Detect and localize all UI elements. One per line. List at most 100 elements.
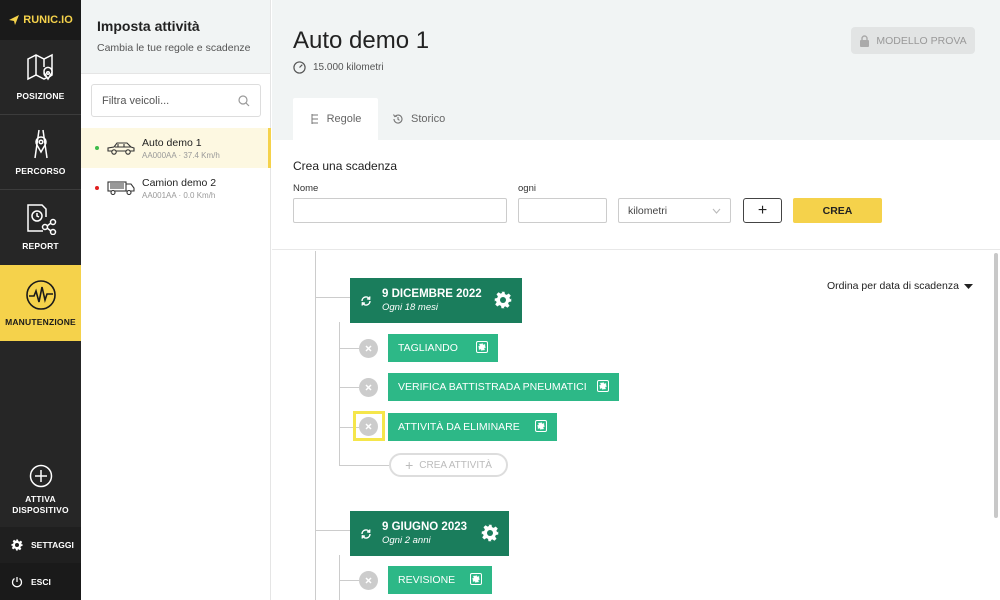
deadline-header[interactable]: 9 DICEMBRE 2022 Ogni 18 mesi bbox=[350, 278, 522, 323]
sort-label: Ordina per data di scadenza bbox=[827, 280, 959, 292]
task-item[interactable]: ATTIVITÀ DA ELIMINARE bbox=[388, 413, 557, 441]
panel-title: Imposta attività bbox=[97, 18, 200, 34]
task-item[interactable]: TAGLIANDO bbox=[388, 334, 498, 362]
nav-manutenzione-label: MANUTENZIONE bbox=[5, 317, 76, 327]
task-item[interactable]: REVISIONE bbox=[388, 566, 492, 594]
tree-branch bbox=[315, 297, 350, 298]
nav-attiva-label-2: DISPOSITIVO bbox=[12, 505, 69, 515]
add-circle-icon bbox=[29, 464, 52, 488]
tree-branch bbox=[339, 348, 359, 349]
ogni-input[interactable] bbox=[518, 198, 607, 223]
nav-report-label: REPORT bbox=[22, 241, 59, 251]
tree-sub-trunk bbox=[339, 322, 340, 465]
truck-icon bbox=[107, 181, 135, 195]
status-dot bbox=[95, 146, 99, 150]
nome-label: Nome bbox=[293, 183, 319, 194]
deadline-date: 9 GIUGNO 2023 bbox=[382, 521, 468, 533]
map-pin-icon bbox=[26, 53, 53, 81]
pulse-icon bbox=[25, 280, 56, 310]
search-input[interactable] bbox=[102, 94, 232, 107]
nav-posizione-label: POSIZIONE bbox=[16, 91, 65, 101]
page-title: Auto demo 1 bbox=[293, 27, 430, 54]
tree-trunk bbox=[315, 251, 316, 600]
sort-dropdown[interactable]: Ordina per data di scadenza bbox=[827, 280, 973, 292]
form-title: Crea una scadenza bbox=[293, 159, 398, 173]
recurring-icon bbox=[361, 528, 371, 539]
history-icon bbox=[393, 114, 403, 124]
unit-select[interactable]: kilometri bbox=[618, 198, 731, 223]
remove-task-button[interactable] bbox=[359, 378, 378, 397]
caret-down-icon bbox=[963, 283, 973, 289]
nome-input[interactable] bbox=[293, 198, 507, 223]
remove-task-button[interactable] bbox=[359, 417, 378, 436]
nav-settaggi[interactable]: SETTAGGI bbox=[0, 527, 81, 563]
ogni-label: ogni bbox=[518, 183, 536, 194]
gear-icon[interactable] bbox=[481, 524, 499, 542]
vehicle-meta: AA000AA · 37.4 Km/h bbox=[142, 150, 220, 160]
nav-manutenzione[interactable]: MANUTENZIONE bbox=[0, 265, 81, 341]
vehicle-item-camion-demo-2[interactable]: Camion demo 2 AA001AA · 0.0 Km/h bbox=[81, 168, 271, 208]
task-settings-icon[interactable] bbox=[535, 420, 547, 432]
vehicle-search[interactable] bbox=[91, 84, 261, 117]
task-item[interactable]: VERIFICA BATTISTRADA PNEUMATICI bbox=[388, 373, 619, 401]
odometer: 15.000 kilometri bbox=[293, 61, 384, 74]
chevron-down-icon bbox=[712, 208, 721, 214]
nav-settaggi-label: SETTAGGI bbox=[31, 540, 74, 550]
add-interval-button[interactable]: + bbox=[743, 198, 782, 223]
create-deadline-form: Crea una scadenza Nome ogni kilometri + … bbox=[272, 140, 1000, 250]
nav-posizione[interactable]: POSIZIONE bbox=[0, 40, 81, 114]
unit-select-value: kilometri bbox=[628, 204, 668, 217]
gear-icon[interactable] bbox=[494, 291, 512, 309]
tree-branch bbox=[315, 530, 350, 531]
crea-attivita-label: CREA ATTIVITÀ bbox=[419, 459, 492, 471]
power-icon bbox=[11, 576, 23, 587]
close-icon bbox=[365, 423, 372, 430]
lock-icon bbox=[860, 34, 870, 47]
task-settings-icon[interactable] bbox=[470, 573, 482, 585]
task-label: VERIFICA BATTISTRADA PNEUMATICI bbox=[398, 381, 587, 393]
task-settings-icon[interactable] bbox=[597, 380, 609, 392]
nav-percorso-label: PERCORSO bbox=[15, 166, 66, 176]
search-icon bbox=[238, 94, 250, 106]
deadline-tree: Ordina per data di scadenza 9 DICEMBRE 2… bbox=[272, 251, 1000, 600]
tab-regole-label: Regole bbox=[326, 113, 362, 125]
nav-percorso[interactable]: PERCORSO bbox=[0, 115, 81, 189]
deadline-text: 9 DICEMBRE 2022 Ogni 18 mesi bbox=[382, 288, 482, 313]
crea-attivita-button[interactable]: + CREA ATTIVITÀ bbox=[389, 453, 508, 477]
logo-text: RUNIC.IO bbox=[23, 14, 73, 26]
task-settings-icon[interactable] bbox=[476, 341, 488, 353]
deadline-frequency: Ogni 18 mesi bbox=[382, 302, 438, 313]
modello-prova-button[interactable]: MODELLO PROVA bbox=[851, 27, 975, 54]
scrollbar[interactable] bbox=[994, 253, 998, 518]
task-label: TAGLIANDO bbox=[398, 342, 458, 354]
nav-attiva-dispositivo[interactable]: ATTIVA DISPOSITIVO bbox=[0, 455, 81, 525]
gear-icon bbox=[11, 539, 23, 551]
vehicle-header: Auto demo 1 15.000 kilometri MODELLO PRO… bbox=[272, 0, 1000, 140]
nav-esci[interactable]: ESCI bbox=[0, 563, 81, 600]
vehicle-name: Camion demo 2 bbox=[142, 176, 217, 189]
main-content: Auto demo 1 15.000 kilometri MODELLO PRO… bbox=[272, 0, 1000, 600]
close-icon bbox=[365, 577, 372, 584]
deadline-frequency: Ogni 2 anni bbox=[382, 535, 431, 546]
task-label: REVISIONE bbox=[398, 574, 456, 586]
logo[interactable]: RUNIC.IO bbox=[0, 0, 81, 40]
deadline-date: 9 DICEMBRE 2022 bbox=[382, 288, 482, 300]
tree-branch bbox=[339, 465, 389, 466]
vehicle-item-auto-demo-1[interactable]: Auto demo 1 AA000AA · 37.4 Km/h bbox=[81, 128, 271, 168]
deadline-header[interactable]: 9 GIUGNO 2023 Ogni 2 anni bbox=[350, 511, 509, 556]
main-nav: RUNIC.IO POSIZIONE PERCORSO REPORT MANUT… bbox=[0, 0, 81, 600]
vehicle-info: Camion demo 2 AA001AA · 0.0 Km/h bbox=[142, 177, 216, 200]
speedometer-icon bbox=[293, 61, 306, 74]
task-label: ATTIVITÀ DA ELIMINARE bbox=[398, 421, 520, 433]
remove-task-button[interactable] bbox=[359, 571, 378, 590]
odometer-value: 15.000 kilometri bbox=[313, 62, 384, 73]
nav-report[interactable]: REPORT bbox=[0, 190, 81, 264]
tab-storico[interactable]: Storico bbox=[392, 98, 452, 140]
rules-list-icon bbox=[311, 114, 318, 124]
crea-button[interactable]: CREA bbox=[793, 198, 882, 223]
panel-header: Imposta attività Cambia le tue regole e … bbox=[81, 0, 270, 74]
remove-task-button[interactable] bbox=[359, 339, 378, 358]
vehicle-name: Auto demo 1 bbox=[142, 136, 202, 149]
vehicle-info: Auto demo 1 AA000AA · 37.4 Km/h bbox=[142, 137, 220, 160]
tab-regole[interactable]: Regole bbox=[293, 98, 378, 140]
